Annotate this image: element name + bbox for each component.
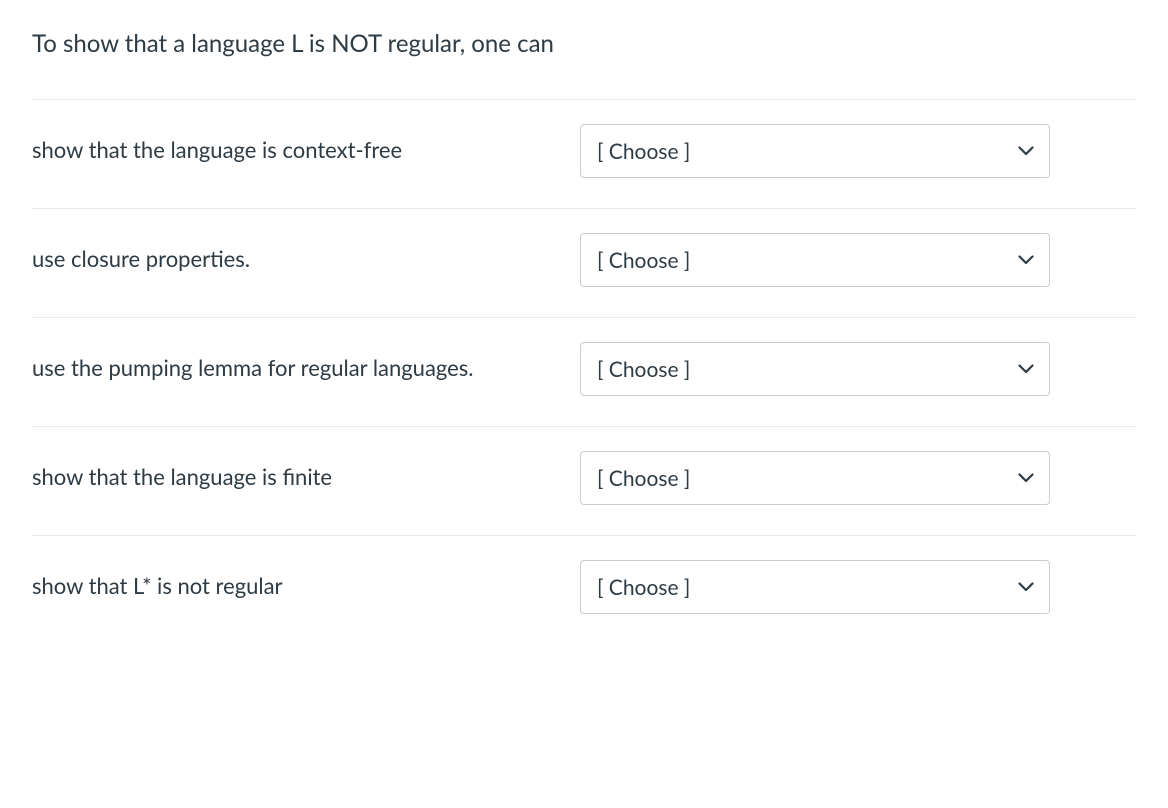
match-row: show that the language is context-free [… — [32, 99, 1136, 208]
match-row: show that L* is not regular [ Choose ] — [32, 535, 1136, 644]
match-select-value: [ Choose ] — [597, 575, 690, 600]
match-prompt-label: use closure properties. — [32, 233, 580, 275]
match-select[interactable]: [ Choose ] — [580, 124, 1050, 178]
match-select[interactable]: [ Choose ] — [580, 451, 1050, 505]
match-select-wrap: [ Choose ] — [580, 451, 1050, 505]
match-select-value: [ Choose ] — [597, 248, 690, 273]
match-row: use the pumping lemma for regular langua… — [32, 317, 1136, 426]
match-select[interactable]: [ Choose ] — [580, 560, 1050, 614]
matching-question: To show that a language L is NOT regular… — [0, 0, 1168, 644]
match-select-wrap: [ Choose ] — [580, 233, 1050, 287]
match-prompt-label: show that the language is finite — [32, 451, 580, 493]
match-select-wrap: [ Choose ] — [580, 560, 1050, 614]
match-prompt-label: show that L* is not regular — [32, 560, 580, 602]
match-select[interactable]: [ Choose ] — [580, 233, 1050, 287]
question-stem: To show that a language L is NOT regular… — [32, 28, 1136, 59]
match-row: show that the language is finite [ Choos… — [32, 426, 1136, 535]
match-row: use closure properties. [ Choose ] — [32, 208, 1136, 317]
match-prompt-label: show that the language is context-free — [32, 124, 580, 166]
match-select[interactable]: [ Choose ] — [580, 342, 1050, 396]
match-select-value: [ Choose ] — [597, 357, 690, 382]
match-select-wrap: [ Choose ] — [580, 124, 1050, 178]
match-select-value: [ Choose ] — [597, 139, 690, 164]
match-select-wrap: [ Choose ] — [580, 342, 1050, 396]
match-select-value: [ Choose ] — [597, 466, 690, 491]
match-prompt-label: use the pumping lemma for regular langua… — [32, 342, 580, 384]
